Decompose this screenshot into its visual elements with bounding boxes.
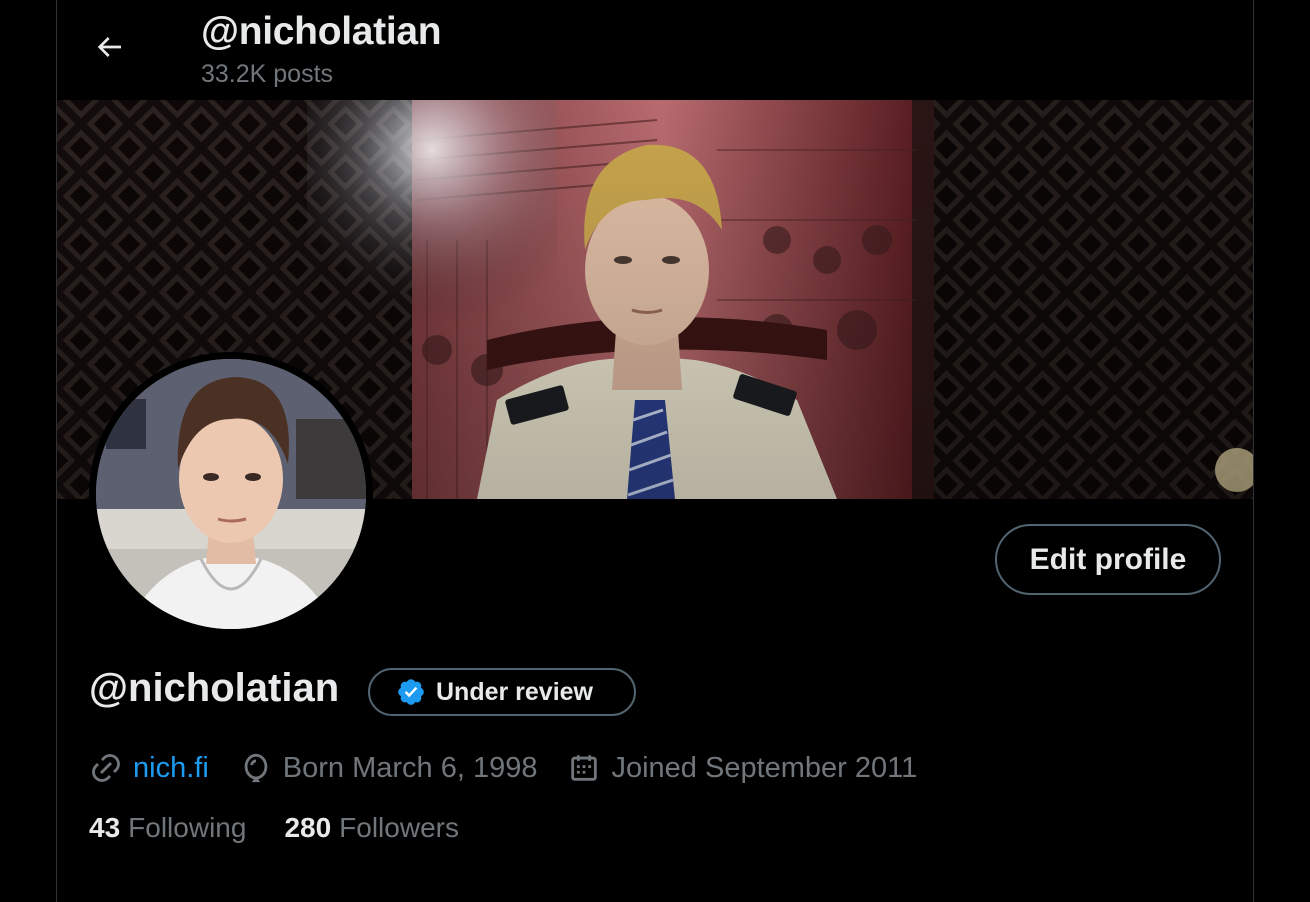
balloon-icon	[244, 753, 268, 783]
website-link[interactable]: nich.fi	[133, 752, 209, 785]
arrow-left-icon	[97, 37, 121, 57]
verified-check-icon	[398, 679, 424, 705]
avatar-image	[96, 359, 366, 629]
verification-badge[interactable]: Under review	[368, 668, 636, 716]
back-button[interactable]	[86, 24, 132, 70]
posts-count: 33.2K posts	[201, 60, 334, 88]
badge-label: Under review	[436, 677, 594, 706]
followers-label: Followers	[339, 812, 459, 843]
birthday-text: Born March 6, 1998	[282, 751, 538, 784]
display-name: @nicholatian	[89, 666, 340, 710]
avatar[interactable]	[89, 352, 373, 636]
edit-profile-button[interactable]: Edit profile	[995, 524, 1221, 595]
following-count: 43	[89, 812, 121, 843]
followers-count: 280	[284, 812, 332, 843]
following-link[interactable]: 43 Following	[89, 812, 246, 844]
joined-item: Joined September 2011	[567, 751, 917, 785]
website-item: nich.fi	[89, 751, 209, 785]
profile-meta: nich.fi Born March 6, 1998 Joined Septem…	[89, 746, 947, 790]
header-title: @nicholatian	[201, 10, 442, 53]
joined-text: Joined September 2011	[611, 751, 918, 784]
calendar-icon	[571, 755, 598, 781]
birthday-item: Born March 6, 1998	[239, 751, 538, 785]
link-icon	[92, 754, 120, 782]
profile-stats: 43 Following 280 Followers	[89, 812, 497, 844]
followers-link[interactable]: 280 Followers	[284, 812, 459, 844]
following-label: Following	[128, 812, 247, 843]
